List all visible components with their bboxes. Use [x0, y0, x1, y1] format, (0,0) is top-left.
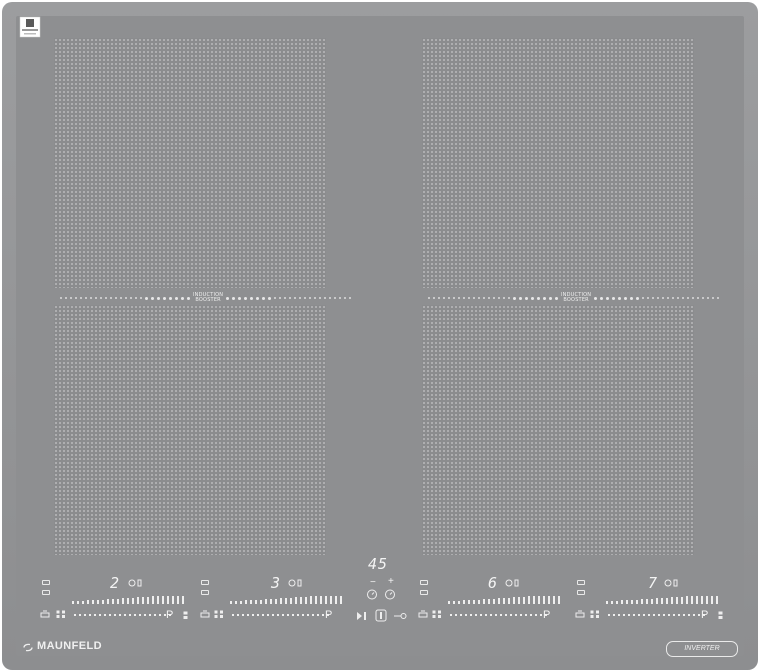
- booster-bridge-left[interactable]: INDUCTION BOOSTER: [60, 292, 352, 304]
- booster-label-left: INDUCTION BOOSTER: [193, 292, 224, 303]
- lock-indicator-icon: [183, 611, 188, 619]
- bridge-zone-icon[interactable]: [214, 610, 224, 619]
- cooking-zone-left-front[interactable]: [54, 305, 326, 555]
- power-level-display-zone-4: 7: [648, 574, 659, 592]
- certification-logo: [19, 16, 41, 38]
- zone-indicator-rear: [420, 580, 428, 585]
- induction-cooktop: INDUCTION BOOSTER INDUCTION BOOSTER 2 P …: [0, 0, 760, 672]
- cooking-zone-right-front[interactable]: [422, 305, 694, 555]
- zone-selector-front-right[interactable]: [420, 580, 428, 595]
- timer-display: 45: [368, 555, 389, 573]
- pause-button-zone-4[interactable]: P: [701, 610, 708, 621]
- power-level-display-zone-3: 6: [488, 574, 499, 592]
- zone-indicator-front: [42, 590, 50, 595]
- timer-indicator-icon: [505, 579, 519, 587]
- timer-indicator-icon: [288, 579, 302, 587]
- pot-keep-warm-icon[interactable]: [40, 610, 50, 619]
- timer-indicator-icon: [128, 579, 142, 587]
- power-button-icon[interactable]: [375, 609, 387, 622]
- lock-indicator-icon: [718, 611, 723, 619]
- timer-plus-button-icon[interactable]: [384, 588, 396, 600]
- cooking-zone-right-rear[interactable]: [422, 38, 694, 288]
- zone-indicator-front: [577, 590, 585, 595]
- brand-name: MAUNFELD: [37, 640, 102, 652]
- pot-keep-warm-icon[interactable]: [575, 610, 585, 619]
- zone-indicator-rear: [577, 580, 585, 585]
- dot-row-zone-2: [232, 614, 329, 616]
- timer-indicator-icon: [664, 579, 678, 587]
- power-slider-zone-1[interactable]: [72, 596, 184, 604]
- pot-keep-warm-icon[interactable]: [200, 610, 210, 619]
- dot-row-zone-4: [608, 614, 705, 616]
- pause-button-zone-3[interactable]: P: [543, 610, 550, 621]
- cooking-zone-left-rear[interactable]: [54, 38, 326, 288]
- child-lock-key-icon[interactable]: [393, 612, 407, 620]
- bridge-zone-icon[interactable]: [590, 610, 600, 619]
- bridge-zone-icon[interactable]: [432, 610, 442, 619]
- zone-indicator-front: [420, 590, 428, 595]
- zone-indicator-front: [201, 590, 209, 595]
- bridge-zone-icon[interactable]: [56, 610, 66, 619]
- brand-logo-icon: [23, 643, 33, 652]
- power-slider-zone-2[interactable]: [230, 596, 342, 604]
- play-pause-icon[interactable]: [356, 611, 368, 621]
- zone-indicator-rear: [201, 580, 209, 585]
- inverter-badge: INVERTER: [666, 641, 738, 657]
- booster-bridge-right[interactable]: INDUCTION BOOSTER: [428, 292, 720, 304]
- power-slider-zone-3[interactable]: [448, 596, 560, 604]
- zone-indicator-rear: [42, 580, 50, 585]
- pot-keep-warm-icon[interactable]: [418, 610, 428, 619]
- booster-dots-right-a: [428, 296, 558, 300]
- timer-minus-label: −: [370, 577, 376, 588]
- dot-row-zone-1: [74, 614, 171, 616]
- timer-minus-button-icon[interactable]: [366, 588, 378, 600]
- power-level-display-zone-2: 3: [271, 574, 282, 592]
- power-slider-zone-4[interactable]: [606, 596, 718, 604]
- booster-dots-left-a: [60, 296, 190, 300]
- dot-row-zone-3: [450, 614, 547, 616]
- booster-label-right: INDUCTION BOOSTER: [561, 292, 592, 303]
- power-level-display-zone-1: 2: [110, 574, 121, 592]
- timer-plus-label: +: [388, 576, 394, 587]
- pause-button-zone-2[interactable]: P: [325, 610, 332, 621]
- booster-dots-right-b: [594, 296, 720, 300]
- pause-button-zone-1[interactable]: P: [166, 610, 173, 621]
- booster-dots-left-b: [226, 296, 352, 300]
- zone-selector-rear-right[interactable]: [577, 580, 585, 595]
- zone-selector-front-left[interactable]: [42, 580, 50, 595]
- zone-selector-rear-left[interactable]: [201, 580, 209, 595]
